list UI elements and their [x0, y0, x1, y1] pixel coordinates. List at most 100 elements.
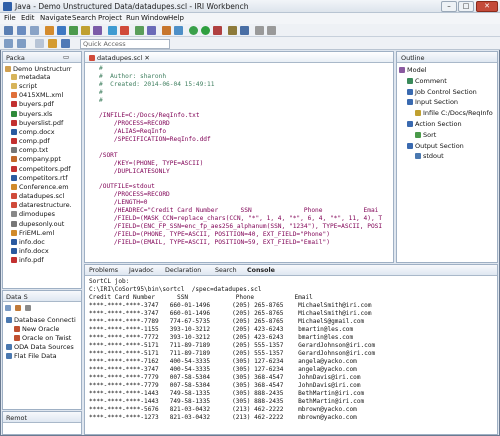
file-item[interactable]: metadata [11, 73, 81, 81]
console-output[interactable]: ****-****-****-3747 660-01-1496 (205) 26… [89, 302, 493, 434]
new-connection-icon[interactable] [5, 305, 11, 311]
code-editor[interactable]: # # Author: sharonh # Created: 2014-06-04 … [99, 65, 391, 261]
file-item[interactable]: datadupes.scl [11, 192, 81, 200]
outline-item[interactable]: Infile C:/Docs/ReqInfo [399, 109, 497, 117]
connect-icon[interactable] [15, 305, 22, 311]
task-icon[interactable] [162, 26, 171, 35]
collapse-icon[interactable] [25, 305, 32, 311]
menu-edit[interactable]: Edit [21, 14, 35, 22]
file-item[interactable]: info.doc [11, 238, 81, 246]
menu-navigate[interactable]: Navigate [40, 14, 71, 22]
java-perspective-icon[interactable] [61, 39, 70, 48]
outline-node-icon [415, 153, 421, 160]
data-source-item[interactable]: Oracle on Twist [6, 334, 81, 342]
tab-search[interactable]: Search [215, 267, 237, 276]
remote-tab[interactable]: Remot [3, 412, 81, 423]
tab-console[interactable]: Console [247, 267, 275, 276]
file-label: info.docx [19, 246, 49, 255]
outline-item[interactable]: Sort [399, 131, 497, 139]
db-icon[interactable] [57, 26, 66, 35]
menu-window[interactable]: Window [141, 14, 169, 22]
tab-javadoc[interactable]: Javadoc [129, 267, 154, 276]
editor-tab[interactable]: datadupes.scl ✕ [89, 54, 150, 62]
data-source-tab[interactable]: Data S [3, 291, 81, 302]
file-item[interactable]: buyers.pdf [11, 100, 81, 108]
quick-access-input[interactable]: Quick Access [80, 39, 170, 49]
outline-item[interactable]: Model [399, 66, 497, 74]
file-item[interactable]: info.pdf [11, 256, 81, 264]
iri-perspective-icon[interactable] [48, 39, 57, 48]
outline-tree: Model Comment Job Control Section Input Sec… [399, 66, 497, 163]
package-explorer-tab[interactable]: Packa ▭ [3, 52, 81, 63]
file-item[interactable]: comp.pdf [11, 137, 81, 145]
print-icon[interactable] [30, 26, 39, 35]
close-tab-icon[interactable]: ✕ [144, 54, 149, 62]
file-item[interactable]: buyers.xls [11, 110, 81, 118]
report-icon[interactable] [120, 26, 129, 35]
search-tool-icon[interactable] [174, 26, 183, 35]
file-item[interactable]: comp.txt [11, 146, 81, 154]
file-item[interactable]: script [11, 82, 81, 90]
save-icon[interactable] [17, 26, 26, 35]
run-icon[interactable] [201, 26, 210, 35]
data-source-item[interactable]: Flat File Data [6, 352, 81, 360]
file-item[interactable]: dupesonly.out [11, 220, 81, 228]
close-button[interactable]: ✕ [476, 1, 498, 12]
file-item[interactable]: competitors.pdf [11, 165, 81, 173]
outline-item[interactable]: Output Section [399, 142, 497, 150]
iri-icon[interactable] [45, 26, 54, 35]
nav-back-icon[interactable] [4, 39, 13, 48]
project-node[interactable]: Demo Unstructurr [5, 65, 71, 73]
maximize-button[interactable]: □ [458, 1, 474, 12]
menu-file[interactable]: File [4, 14, 16, 22]
debug-icon[interactable] [189, 26, 198, 35]
outline-label: Input Section [415, 98, 459, 107]
flow-icon[interactable] [135, 26, 144, 35]
menu-help[interactable]: Help [168, 14, 184, 22]
file-item[interactable]: buyerslist.pdf [11, 119, 81, 127]
file-item[interactable]: info.docx [11, 247, 81, 255]
nav-forward-icon[interactable] [17, 39, 26, 48]
file-item[interactable]: dimodupes [11, 210, 81, 218]
minimize-button[interactable]: – [441, 1, 457, 12]
data-source-item[interactable]: Database Connecti [6, 316, 81, 324]
new-icon[interactable] [4, 26, 13, 35]
menu-search[interactable]: Search [72, 14, 96, 22]
minimize-view-icon[interactable]: ▭ [63, 53, 69, 61]
outline-tab[interactable]: Outline [397, 52, 497, 63]
data-source-item[interactable]: ODA Data Sources [6, 343, 81, 351]
file-item[interactable]: datarestructure. [11, 201, 81, 209]
file-item[interactable]: FriEML.eml [11, 229, 81, 237]
outline-item[interactable]: Input Section [399, 98, 497, 106]
run-job-icon[interactable] [69, 26, 78, 35]
outline-item[interactable]: stdout [399, 152, 497, 160]
forward-icon[interactable] [267, 26, 276, 35]
diagram-icon[interactable] [147, 26, 156, 35]
tab-declaration[interactable]: Declaration [165, 267, 201, 276]
tab-problems[interactable]: Problems [89, 267, 118, 276]
wizard-icon[interactable] [81, 26, 90, 35]
data-icon[interactable] [108, 26, 117, 35]
file-item[interactable]: 0415XML.xml [11, 91, 81, 99]
file-item[interactable]: competitors.rtf [11, 174, 81, 182]
menu-project[interactable]: Project [98, 14, 122, 22]
class-icon[interactable] [240, 26, 249, 35]
mask-icon[interactable] [93, 26, 102, 35]
file-item[interactable]: Conference.em [11, 183, 81, 191]
menu-run[interactable]: Run [126, 14, 139, 22]
data-source-tab-label: Data S [6, 293, 28, 301]
data-source-item[interactable]: New Oracle [6, 325, 81, 333]
package-explorer: Packa ▭ Demo Unstructurr metadata script 0… [2, 51, 82, 289]
outline-item[interactable]: Comment [399, 77, 497, 85]
file-icon [11, 229, 17, 236]
back-icon[interactable] [255, 26, 264, 35]
outline-item[interactable]: Action Section [399, 120, 497, 128]
outline-item[interactable]: Job Control Section [399, 88, 497, 96]
stop-icon[interactable] [213, 26, 222, 35]
package-icon[interactable] [228, 26, 237, 35]
file-item[interactable]: comp.docx [11, 128, 81, 136]
file-icon [11, 138, 17, 145]
open-perspective-icon[interactable] [35, 39, 44, 48]
file-item[interactable]: company.ppt [11, 155, 81, 163]
